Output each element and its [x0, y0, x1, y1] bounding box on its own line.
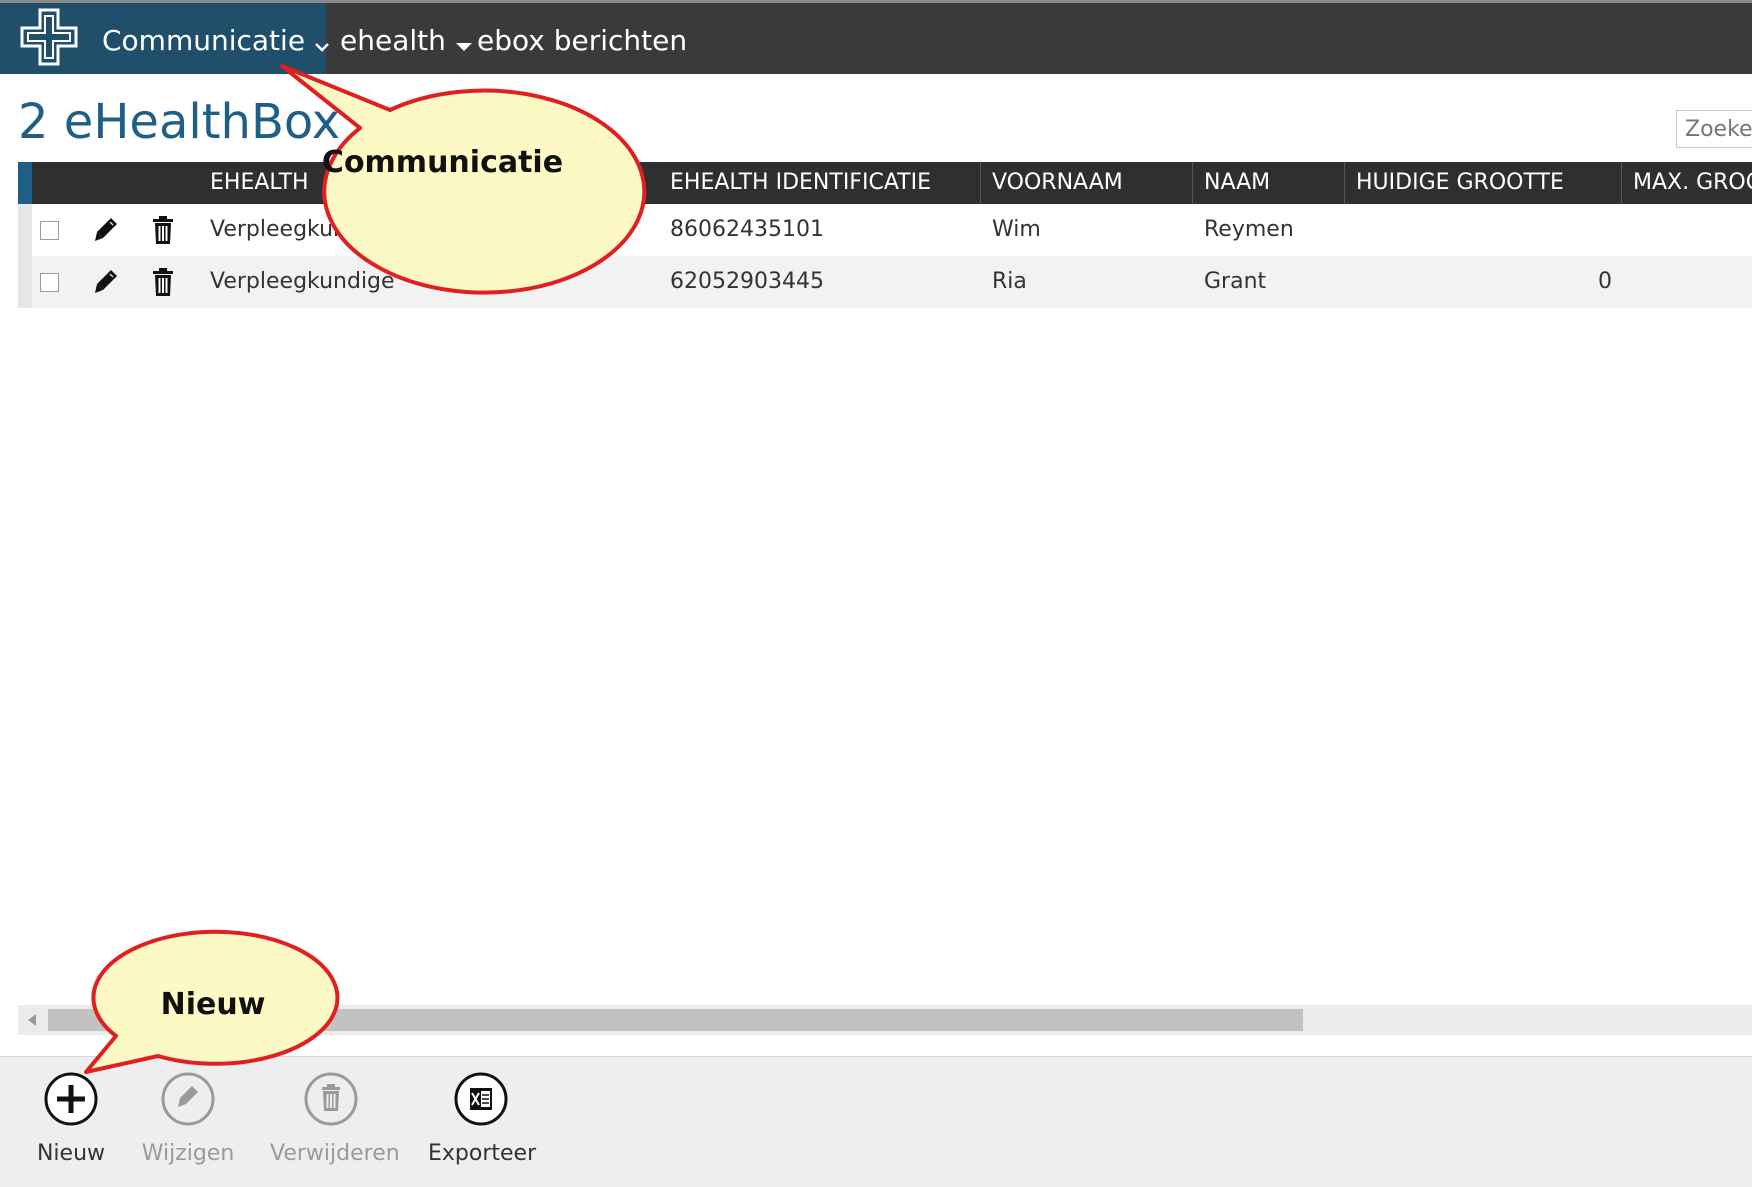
- cell-voornaam: Wim: [992, 217, 1041, 242]
- edit-button[interactable]: Wijzigen: [140, 1071, 236, 1166]
- column-header-max-grootte-label: MAX. GROOTTE: [1633, 170, 1752, 195]
- column-header-huidige-grootte-label: HUIDIGE GROOTTE: [1356, 170, 1564, 195]
- column-header-identificatie-label: EHEALTH IDENTIFICATIE: [670, 170, 931, 195]
- row-checkbox[interactable]: [40, 221, 59, 240]
- delete-button-label: Verwijderen: [270, 1141, 400, 1166]
- cell-huidige-grootte: [1345, 204, 1622, 256]
- plus-icon: [44, 1072, 98, 1126]
- scroll-left-icon[interactable]: [28, 1014, 36, 1026]
- top-navigation-bar: Communicatie ehealth ebox berichten: [0, 0, 1752, 74]
- column-header-identificatie[interactable]: EHEALTH IDENTIFICATIE: [659, 162, 981, 204]
- trash-icon[interactable]: [147, 266, 179, 298]
- excel-icon: [454, 1072, 508, 1126]
- cell-max-grootte: [1622, 204, 1752, 256]
- callout-nieuw-text: Nieuw: [160, 987, 266, 1022]
- cell-naam: Reymen: [1204, 217, 1294, 242]
- export-button-label: Exporteer: [428, 1141, 537, 1166]
- pencil-icon[interactable]: [90, 266, 122, 298]
- callout-communicatie: Communicatie: [270, 52, 647, 295]
- pencil-icon[interactable]: [90, 214, 122, 246]
- bottom-toolbar: Nieuw Wijzigen Verwijderen Exporteer: [0, 1056, 1752, 1187]
- export-button[interactable]: Exporteer: [428, 1071, 537, 1166]
- callout-nieuw: Nieuw: [84, 929, 342, 1074]
- cell-naam: Grant: [1204, 269, 1267, 294]
- trash-icon: [304, 1072, 358, 1126]
- edit-button-label: Wijzigen: [141, 1141, 235, 1166]
- cell-identificatie: 86062435101: [670, 217, 824, 242]
- column-header-huidige-grootte[interactable]: HUIDIGE GROOTTE: [1345, 162, 1622, 204]
- column-header-naam-label: NAAM: [1204, 170, 1271, 195]
- column-header-naam[interactable]: NAAM: [1193, 162, 1345, 204]
- callout-communicatie-text: Communicatie: [321, 145, 564, 180]
- cell-huidige-grootte: 0: [1598, 269, 1612, 294]
- new-button-label: Nieuw: [36, 1141, 106, 1166]
- logo-icon[interactable]: [18, 8, 84, 70]
- cell-voornaam: Ria: [992, 269, 1027, 294]
- trash-icon[interactable]: [147, 214, 179, 246]
- delete-button[interactable]: Verwijderen: [270, 1071, 400, 1166]
- column-header-max-grootte[interactable]: MAX. GROOTTE: [1622, 162, 1752, 204]
- pencil-icon: [161, 1072, 215, 1126]
- column-header-voornaam[interactable]: VOORNAAM: [981, 162, 1193, 204]
- search-input[interactable]: [1676, 110, 1752, 148]
- header-select: [18, 162, 74, 204]
- row-accent: [18, 256, 32, 308]
- column-header-voornaam-label: VOORNAAM: [992, 170, 1123, 195]
- row-checkbox[interactable]: [40, 273, 59, 292]
- row-accent: [18, 204, 32, 256]
- new-button[interactable]: Nieuw: [36, 1071, 106, 1166]
- cell-identificatie: 62052903445: [670, 269, 824, 294]
- cell-max-grootte: [1622, 256, 1752, 308]
